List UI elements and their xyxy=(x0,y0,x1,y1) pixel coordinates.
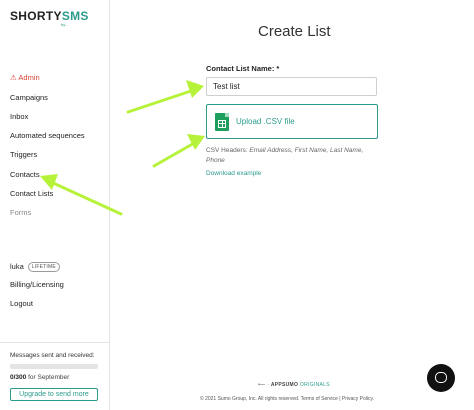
sidebar: SHORTYSMS by... ⚠ Admin Campaigns Inbox … xyxy=(0,0,110,410)
sidebar-item-inbox[interactable]: Inbox xyxy=(10,112,28,121)
usage-panel: Messages sent and received: 0/300 for Se… xyxy=(0,342,109,410)
contact-list-name-label: Contact List Name: * xyxy=(206,64,280,73)
footer-brand-name: APPSUMO xyxy=(270,382,299,388)
user-name: luka xyxy=(10,262,24,271)
upgrade-button[interactable]: Upgrade to send more xyxy=(10,388,98,401)
chat-bubble-icon xyxy=(435,372,447,383)
arrowhead-name-field xyxy=(186,80,204,98)
sidebar-item-campaigns[interactable]: Campaigns xyxy=(10,93,48,102)
sidebar-item-admin[interactable]: ⚠ Admin xyxy=(10,73,40,82)
upload-csv-button[interactable]: Upload .CSV file xyxy=(206,104,378,139)
appsumo-originals-badge[interactable]: ⟵ · APPSUMO ORIGINALS xyxy=(258,382,330,388)
logo-accent: SMS xyxy=(61,9,89,23)
sidebar-item-forms[interactable]: Forms xyxy=(10,208,31,217)
usage-label: Messages sent and received: xyxy=(10,352,95,359)
upload-csv-label: Upload .CSV file xyxy=(236,117,295,126)
lifetime-badge: LIFETIME xyxy=(27,262,60,272)
sidebar-item-billing[interactable]: Billing/Licensing xyxy=(10,280,64,289)
contact-list-name-input[interactable]: Test list xyxy=(206,77,377,96)
footer-brand-suffix: ORIGINALS xyxy=(299,382,330,388)
csv-headers-hint: CSV Headers: Email Address, First Name, … xyxy=(206,146,381,166)
arrowhead-upload xyxy=(187,134,205,150)
footer-copyright: © 2021 Sumo Group, Inc. All rights reser… xyxy=(200,396,375,402)
sidebar-item-triggers[interactable]: Triggers xyxy=(10,150,37,159)
sidebar-item-logout[interactable]: Logout xyxy=(10,299,33,308)
download-example-link[interactable]: Download example xyxy=(206,170,261,177)
logo-sub: by... xyxy=(61,22,69,27)
arrow-to-upload xyxy=(152,140,198,168)
usage-count-line: 0/300 for September xyxy=(10,374,69,381)
app-logo[interactable]: SHORTYSMS by... xyxy=(10,9,89,27)
csv-headers-prefix: CSV Headers: xyxy=(206,147,250,154)
usage-progress-bar xyxy=(10,364,98,369)
google-sheets-icon xyxy=(215,113,229,131)
usage-period: for September xyxy=(28,374,70,381)
sidebar-item-contacts[interactable]: Contacts xyxy=(10,170,40,179)
sidebar-item-contact-lists[interactable]: Contact Lists xyxy=(10,189,53,198)
sidebar-item-automated-sequences[interactable]: Automated sequences xyxy=(10,131,85,140)
usage-count: 0/300 xyxy=(10,374,27,381)
logo-main: SHORTY xyxy=(10,9,62,23)
user-menu[interactable]: luka LIFETIME xyxy=(10,262,60,272)
chat-button[interactable] xyxy=(427,364,455,392)
page-title: Create List xyxy=(258,23,331,40)
footer-brand-prefix: ⟵ · xyxy=(258,382,270,388)
arrow-to-name-field xyxy=(126,88,196,114)
